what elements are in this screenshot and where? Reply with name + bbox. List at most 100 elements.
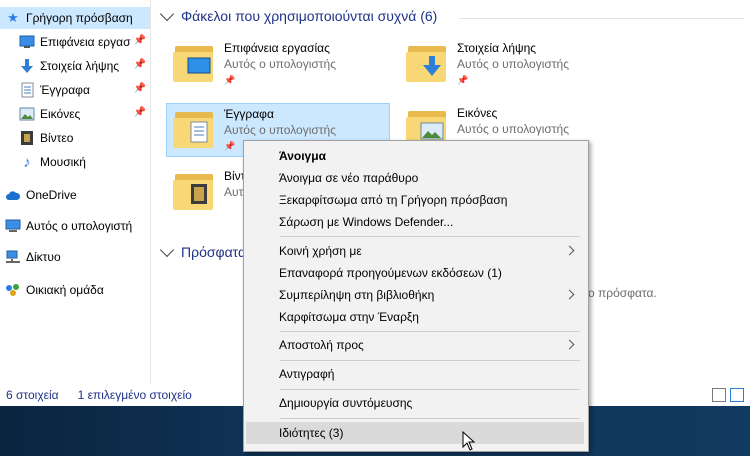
menu-item-restore-versions[interactable]: Επαναφορά προηγούμενων εκδόσεων (1) (246, 262, 584, 284)
menu-item-create-shortcut[interactable]: Δημιουργία συντόμευσης (246, 392, 584, 414)
folder-name: Εικόνες (457, 106, 498, 120)
pin-icon[interactable]: 📌 (134, 59, 146, 70)
nav-item-label: Αυτός ο υπολογιστή (26, 219, 133, 233)
folder-location: Αυτ (224, 185, 244, 199)
nav-item-label: Γρήγορη πρόσβαση (26, 11, 133, 25)
menu-item-label: Αποστολή προς (279, 338, 364, 352)
context-menu: Άνοιγμα Άνοιγμα σε νέο παράθυρο Ξεκαρφίτ… (243, 140, 589, 452)
menu-item-include-library[interactable]: Συμπερίληψη στη βιβλιοθήκη (246, 284, 584, 306)
navigation-pane: ★ Γρήγορη πρόσβαση Επιφάνεια εργασ 📌 Στο… (0, 0, 151, 384)
pictures-icon (19, 106, 35, 122)
chevron-down-icon[interactable] (159, 6, 175, 22)
video-icon (19, 130, 35, 146)
folder-tile-desktop[interactable]: Επιφάνεια εργασίας Αυτός ο υπολογιστής 📌 (167, 38, 389, 90)
folder-location: Αυτός ο υπολογιστής (224, 123, 336, 137)
chevron-right-icon (564, 289, 575, 300)
folder-location: Αυτός ο υπολογιστής (457, 122, 569, 136)
recent-empty-message: ο πρόσφατα. (588, 286, 657, 300)
details-view-icon[interactable] (712, 388, 726, 402)
nav-item-music[interactable]: ♪ Μουσική (0, 151, 150, 173)
menu-item-label: Συμπερίληψη στη βιβλιοθήκη (279, 288, 435, 302)
menu-separator (280, 331, 580, 332)
desktop-icon (19, 34, 35, 50)
menu-item-label: Ξεκαρφίτσωμα από τη Γρήγορη πρόσβαση (279, 193, 508, 207)
cloud-icon (5, 187, 21, 203)
recent-files-header[interactable]: Πρόσφατα (159, 242, 247, 260)
menu-item-label: Επαναφορά προηγούμενων εκδόσεων (1) (279, 266, 502, 280)
nav-item-onedrive[interactable]: OneDrive (0, 184, 150, 206)
group-title: Πρόσφατα (181, 244, 247, 260)
menu-item-unpin-quick-access[interactable]: Ξεκαρφίτσωμα από τη Γρήγορη πρόσβαση (246, 189, 584, 211)
folder-name: Στοιχεία λήψης (457, 41, 537, 55)
download-icon (19, 58, 35, 74)
menu-item-properties[interactable]: Ιδιότητες (3) (246, 422, 584, 444)
folder-icon (406, 44, 450, 84)
music-icon: ♪ (23, 153, 31, 171)
star-icon: ★ (7, 10, 19, 25)
menu-item-open[interactable]: Άνοιγμα (246, 145, 584, 167)
nav-item-pictures[interactable]: Εικόνες 📌 (0, 103, 150, 125)
menu-item-send-to[interactable]: Αποστολή προς (246, 334, 584, 356)
nav-item-homegroup[interactable]: Οικιακή ομάδα (0, 279, 150, 301)
menu-item-label: Αντιγραφή (279, 367, 335, 381)
chevron-down-icon[interactable] (159, 242, 175, 258)
nav-item-quick-access[interactable]: ★ Γρήγορη πρόσβαση (0, 7, 150, 29)
nav-item-label: Στοιχεία λήψης (40, 59, 120, 73)
menu-item-label: Άνοιγμα σε νέο παράθυρο (279, 171, 419, 185)
group-title: Φάκελοι που χρησιμοποιούνται συχνά (6) (181, 8, 438, 24)
menu-item-scan-defender[interactable]: Σάρωση με Windows Defender... (246, 211, 584, 233)
nav-item-label: Δίκτυο (26, 250, 61, 264)
folder-name: Έγγραφα (224, 107, 274, 121)
pin-icon[interactable]: 📌 (134, 35, 146, 46)
menu-separator (280, 236, 580, 237)
nav-item-label: OneDrive (26, 188, 77, 202)
folder-tile-downloads[interactable]: Στοιχεία λήψης Αυτός ο υπολογιστής 📌 (400, 38, 622, 90)
folder-icon (173, 110, 217, 150)
chevron-right-icon (564, 245, 575, 256)
folder-icon (173, 44, 217, 84)
network-icon (5, 249, 21, 265)
menu-item-label: Ιδιότητες (3) (279, 426, 344, 440)
nav-item-label: Έγγραφα (40, 83, 90, 97)
nav-item-desktop[interactable]: Επιφάνεια εργασ 📌 (0, 31, 150, 53)
folder-location: Αυτός ο υπολογιστής (224, 57, 336, 71)
view-toggle[interactable] (712, 388, 744, 402)
menu-item-label: Σάρωση με Windows Defender... (279, 215, 454, 229)
menu-item-label: Κοινή χρήση με (279, 244, 362, 258)
document-icon (19, 82, 35, 98)
menu-item-pin-start[interactable]: Καρφίτσωμα στην Έναρξη (246, 306, 584, 328)
folder-location: Αυτός ο υπολογιστής (457, 57, 569, 71)
nav-item-downloads[interactable]: Στοιχεία λήψης 📌 (0, 55, 150, 77)
nav-item-documents[interactable]: Έγγραφα 📌 (0, 79, 150, 101)
nav-item-label: Μουσική (40, 155, 86, 169)
mouse-cursor-icon (462, 431, 476, 451)
menu-item-label: Δημιουργία συντόμευσης (279, 396, 413, 410)
pin-icon[interactable]: 📌 (134, 83, 146, 94)
nav-item-label: Βίντεο (40, 131, 74, 145)
pin-icon: 📌 (457, 75, 469, 85)
menu-separator (280, 418, 580, 419)
selection-count: 1 επιλεγμένο στοιχείο (77, 388, 192, 402)
homegroup-icon (5, 282, 21, 298)
frequent-folders-header[interactable]: Φάκελοι που χρησιμοποιούνται συχνά (6) (159, 6, 438, 24)
menu-item-label: Καρφίτσωμα στην Έναρξη (279, 310, 419, 324)
pin-icon: 📌 (224, 141, 236, 151)
pin-icon[interactable]: 📌 (134, 107, 146, 118)
computer-icon (5, 218, 21, 234)
nav-item-label: Οικιακή ομάδα (26, 283, 104, 297)
tiles-view-icon[interactable] (730, 388, 744, 402)
nav-item-network[interactable]: Δίκτυο (0, 246, 150, 268)
menu-item-label: Άνοιγμα (279, 149, 326, 163)
menu-separator (280, 360, 580, 361)
nav-item-this-pc[interactable]: Αυτός ο υπολογιστή (0, 215, 150, 237)
menu-item-open-new-window[interactable]: Άνοιγμα σε νέο παράθυρο (246, 167, 584, 189)
menu-item-share-with[interactable]: Κοινή χρήση με (246, 240, 584, 262)
item-count: 6 στοιχεία (6, 388, 59, 402)
group-divider (459, 18, 744, 19)
folder-icon (173, 172, 217, 212)
nav-item-label: Επιφάνεια εργασ (40, 35, 131, 49)
menu-separator (280, 389, 580, 390)
menu-item-copy[interactable]: Αντιγραφή (246, 363, 584, 385)
nav-item-videos[interactable]: Βίντεο (0, 127, 150, 149)
folder-name: Επιφάνεια εργασίας (224, 41, 330, 55)
